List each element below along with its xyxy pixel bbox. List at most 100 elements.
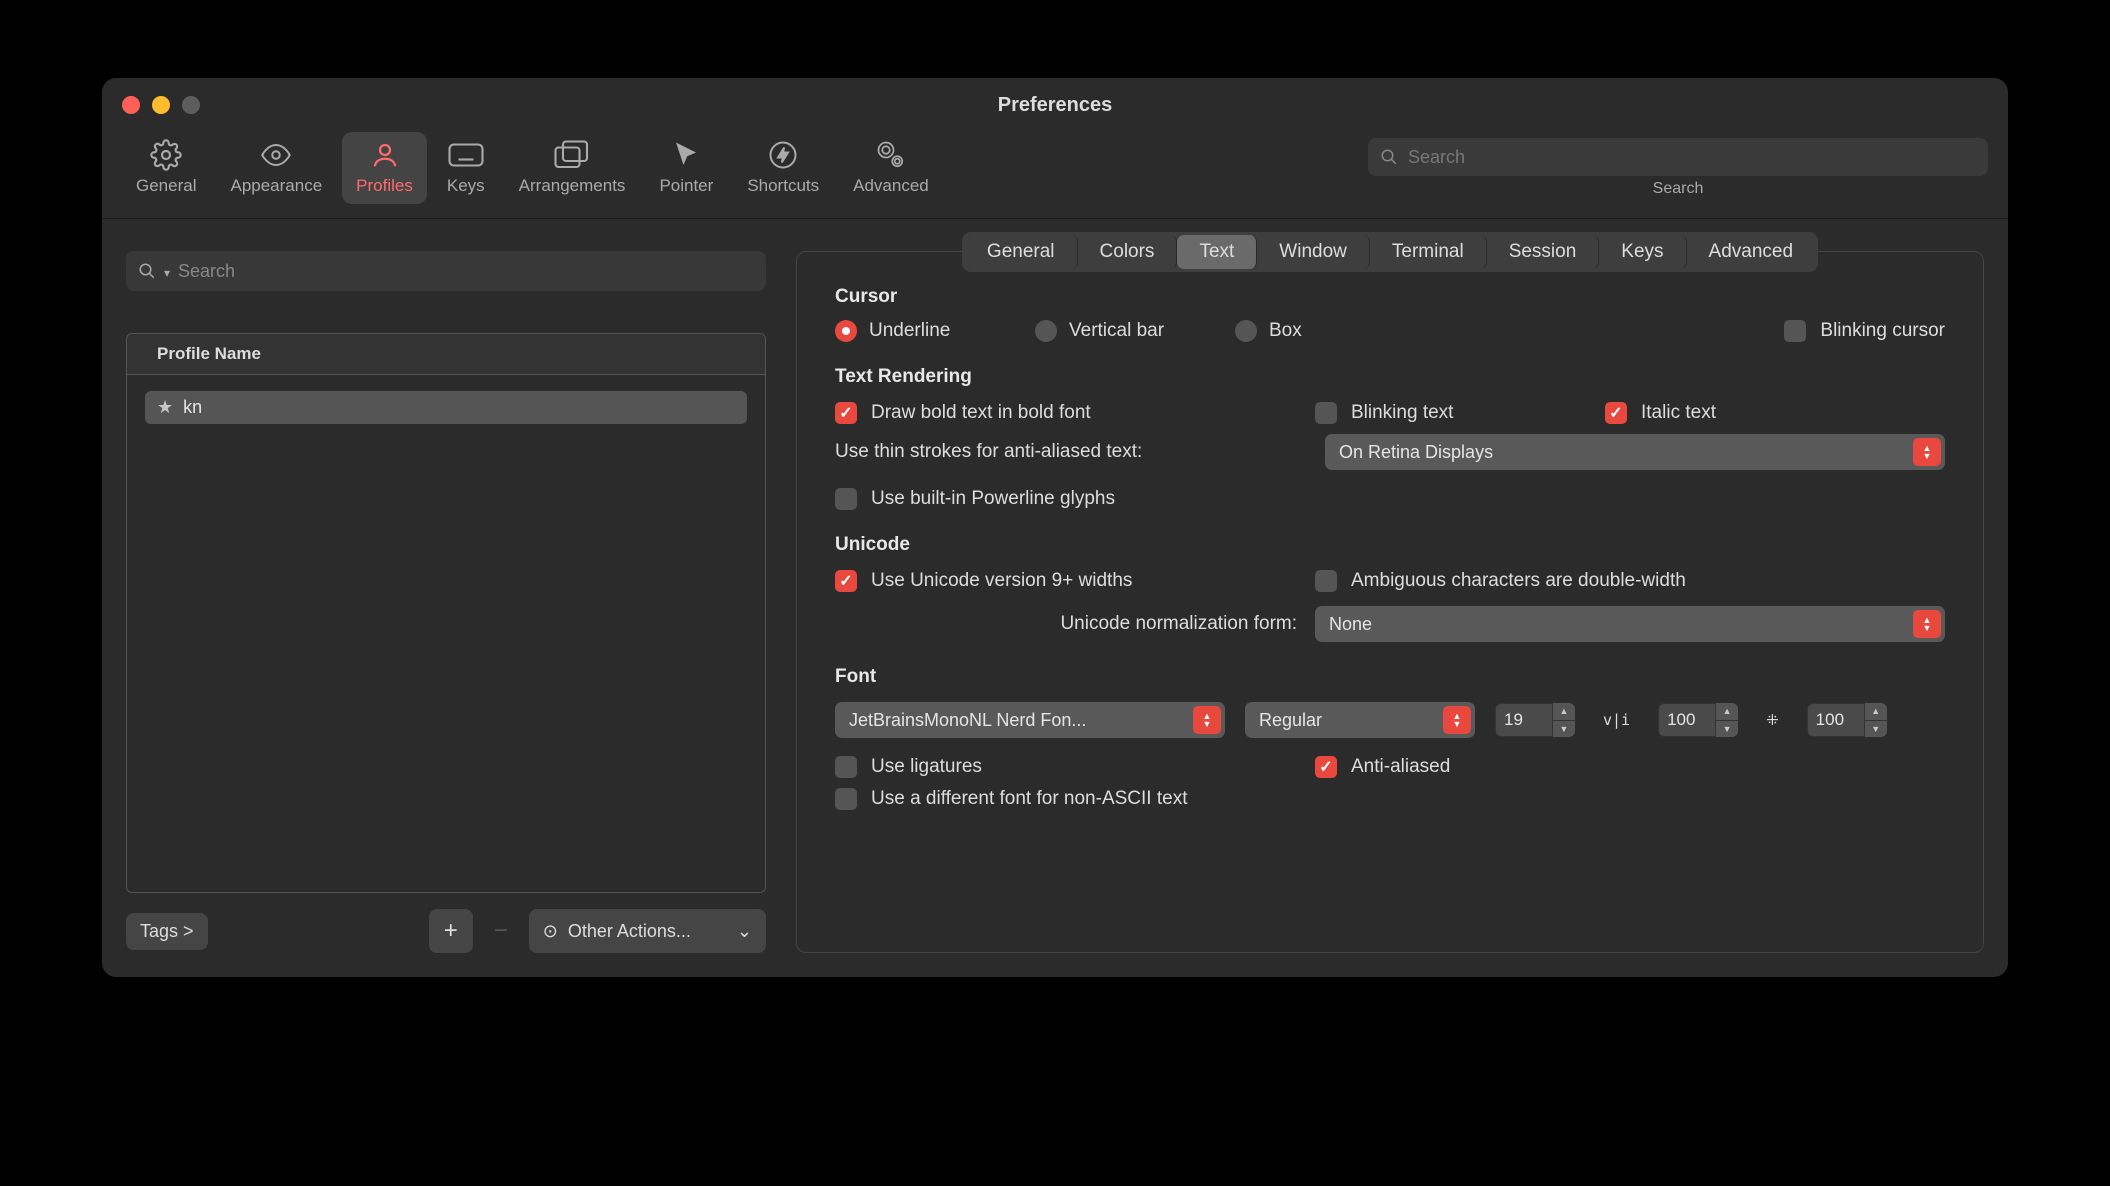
v-spacing-stepper[interactable]: ▲▼ bbox=[1807, 703, 1887, 737]
toolbar-label: Advanced bbox=[853, 176, 929, 196]
cursor-vertical-radio[interactable]: Vertical bar bbox=[1035, 320, 1193, 342]
cursor-box-radio[interactable]: Box bbox=[1235, 320, 1393, 342]
h-spacing-stepper[interactable]: ▲▼ bbox=[1658, 703, 1738, 737]
toolbar-advanced[interactable]: Advanced bbox=[839, 132, 943, 204]
stepper-buttons[interactable]: ▲▼ bbox=[1553, 703, 1575, 737]
cursor-row: Underline Vertical bar Box Blinking curs… bbox=[835, 320, 1945, 342]
search-field[interactable] bbox=[1368, 138, 1988, 176]
text-panel: Cursor Underline Vertical bar Box bbox=[797, 286, 1983, 836]
toolbar-shortcuts[interactable]: Shortcuts bbox=[733, 132, 833, 204]
tab-text[interactable]: Text bbox=[1177, 235, 1257, 269]
ambiguous-width-checkbox[interactable]: Ambiguous characters are double-width bbox=[1315, 570, 1945, 592]
font-size-stepper[interactable]: ▲▼ bbox=[1495, 703, 1575, 737]
gears-icon bbox=[873, 140, 909, 170]
toolbar-arrangements[interactable]: Arrangements bbox=[505, 132, 640, 204]
search-icon bbox=[1380, 148, 1398, 166]
toolbar-label: General bbox=[136, 176, 196, 196]
unicode-section-title: Unicode bbox=[835, 534, 1945, 556]
v-spacing-icon: ⁜ bbox=[1758, 711, 1787, 729]
checkbox-icon: ✓ bbox=[835, 402, 857, 424]
tab-session[interactable]: Session bbox=[1487, 235, 1600, 269]
toolbar-general[interactable]: General bbox=[122, 132, 210, 204]
checkbox-icon bbox=[835, 756, 857, 778]
toolbar-label: Arrangements bbox=[519, 176, 626, 196]
font-size-input[interactable] bbox=[1495, 703, 1553, 737]
thin-strokes-select[interactable]: On Retina Displays ▲▼ bbox=[1325, 434, 1945, 470]
checkbox-icon: ✓ bbox=[1315, 756, 1337, 778]
toolbar-keys[interactable]: Keys bbox=[433, 132, 499, 204]
windows-icon bbox=[554, 140, 590, 170]
checkbox-icon: ✓ bbox=[835, 570, 857, 592]
profile-list-header[interactable]: Profile Name bbox=[127, 334, 765, 375]
sidebar-footer: Tags > + − ⊙Other Actions... ⌄ bbox=[126, 909, 766, 953]
add-profile-button[interactable]: + bbox=[429, 909, 473, 953]
blinking-cursor-checkbox[interactable]: Blinking cursor bbox=[1784, 320, 1945, 342]
toolbar-label: Profiles bbox=[356, 176, 413, 196]
tab-colors[interactable]: Colors bbox=[1078, 235, 1178, 269]
toolbar: General Appearance Profiles Keys Arrange… bbox=[102, 132, 2008, 218]
checkbox-icon bbox=[1315, 402, 1337, 424]
stepper-buttons[interactable]: ▲▼ bbox=[1716, 703, 1738, 737]
toolbar-label: Keys bbox=[447, 176, 485, 196]
zoom-window-button[interactable] bbox=[182, 96, 200, 114]
tab-general[interactable]: General bbox=[965, 235, 1078, 269]
ligatures-checkbox[interactable]: Use ligatures bbox=[835, 756, 1315, 778]
h-spacing-icon: v|i bbox=[1595, 711, 1638, 729]
normalization-label: Unicode normalization form: bbox=[835, 613, 1315, 635]
font-weight-select[interactable]: Regular ▲▼ bbox=[1245, 702, 1475, 738]
traffic-lights bbox=[122, 96, 200, 114]
toolbar-appearance[interactable]: Appearance bbox=[216, 132, 336, 204]
tab-terminal[interactable]: Terminal bbox=[1370, 235, 1487, 269]
unicode-v9-checkbox[interactable]: ✓ Use Unicode version 9+ widths bbox=[835, 570, 1315, 592]
toolbar-label: Shortcuts bbox=[747, 176, 819, 196]
powerline-checkbox[interactable]: Use built-in Powerline glyphs bbox=[835, 488, 1945, 510]
close-window-button[interactable] bbox=[122, 96, 140, 114]
different-font-checkbox[interactable]: Use a different font for non-ASCII text bbox=[835, 788, 1945, 810]
sidebar: ▾ Profile Name ★ kn Tags > + − bbox=[126, 251, 766, 953]
italic-text-checkbox[interactable]: ✓ Italic text bbox=[1605, 402, 1945, 424]
tags-button[interactable]: Tags > bbox=[126, 913, 208, 950]
select-arrows-icon: ▲▼ bbox=[1913, 438, 1941, 466]
checkbox-icon bbox=[1784, 320, 1806, 342]
stepper-buttons[interactable]: ▲▼ bbox=[1865, 703, 1887, 737]
blinking-text-checkbox[interactable]: Blinking text bbox=[1315, 402, 1605, 424]
tab-keys[interactable]: Keys bbox=[1599, 235, 1686, 269]
profile-search-input[interactable] bbox=[178, 261, 754, 282]
checkbox-icon: ✓ bbox=[1605, 402, 1627, 424]
checkbox-icon bbox=[1315, 570, 1337, 592]
minimize-window-button[interactable] bbox=[152, 96, 170, 114]
font-family-select[interactable]: JetBrainsMonoNL Nerd Fon... ▲▼ bbox=[835, 702, 1225, 738]
toolbar-pointer[interactable]: Pointer bbox=[645, 132, 727, 204]
chevron-down-icon: ⌄ bbox=[737, 921, 752, 942]
profile-row[interactable]: ★ kn bbox=[145, 391, 747, 424]
cursor-section-title: Cursor bbox=[835, 286, 1945, 308]
select-arrows-icon: ▲▼ bbox=[1443, 706, 1471, 734]
profile-header-label: Profile Name bbox=[157, 344, 261, 363]
h-spacing-input[interactable] bbox=[1658, 703, 1716, 737]
profile-list: ★ kn bbox=[127, 375, 765, 892]
remove-profile-button[interactable]: − bbox=[479, 909, 523, 953]
window-body: ▾ Profile Name ★ kn Tags > + − bbox=[102, 219, 2008, 977]
tab-window[interactable]: Window bbox=[1257, 235, 1370, 269]
minus-icon: − bbox=[494, 917, 508, 945]
profile-tabs: General Colors Text Window Terminal Sess… bbox=[962, 232, 1818, 272]
text-rendering-section-title: Text Rendering bbox=[835, 366, 1945, 388]
bolt-icon bbox=[765, 140, 801, 170]
antialiased-checkbox[interactable]: ✓ Anti-aliased bbox=[1315, 756, 1945, 778]
profile-name: kn bbox=[183, 397, 202, 418]
preferences-window: Preferences General Appearance Profiles … bbox=[102, 78, 2008, 977]
search-input[interactable] bbox=[1408, 147, 1976, 168]
keyboard-icon bbox=[448, 140, 484, 170]
gear-icon bbox=[148, 140, 184, 170]
cursor-underline-radio[interactable]: Underline bbox=[835, 320, 993, 342]
v-spacing-input[interactable] bbox=[1807, 703, 1865, 737]
normalization-select[interactable]: None ▲▼ bbox=[1315, 606, 1945, 642]
ellipsis-icon: ⊙ bbox=[543, 921, 558, 942]
profile-search[interactable]: ▾ bbox=[126, 251, 766, 291]
tab-advanced[interactable]: Advanced bbox=[1687, 235, 1816, 269]
person-icon bbox=[367, 140, 403, 170]
bold-font-checkbox[interactable]: ✓ Draw bold text in bold font bbox=[835, 402, 1315, 424]
toolbar-search: Search bbox=[1368, 138, 1988, 198]
other-actions-button[interactable]: ⊙Other Actions... ⌄ bbox=[529, 909, 766, 953]
toolbar-profiles[interactable]: Profiles bbox=[342, 132, 427, 204]
